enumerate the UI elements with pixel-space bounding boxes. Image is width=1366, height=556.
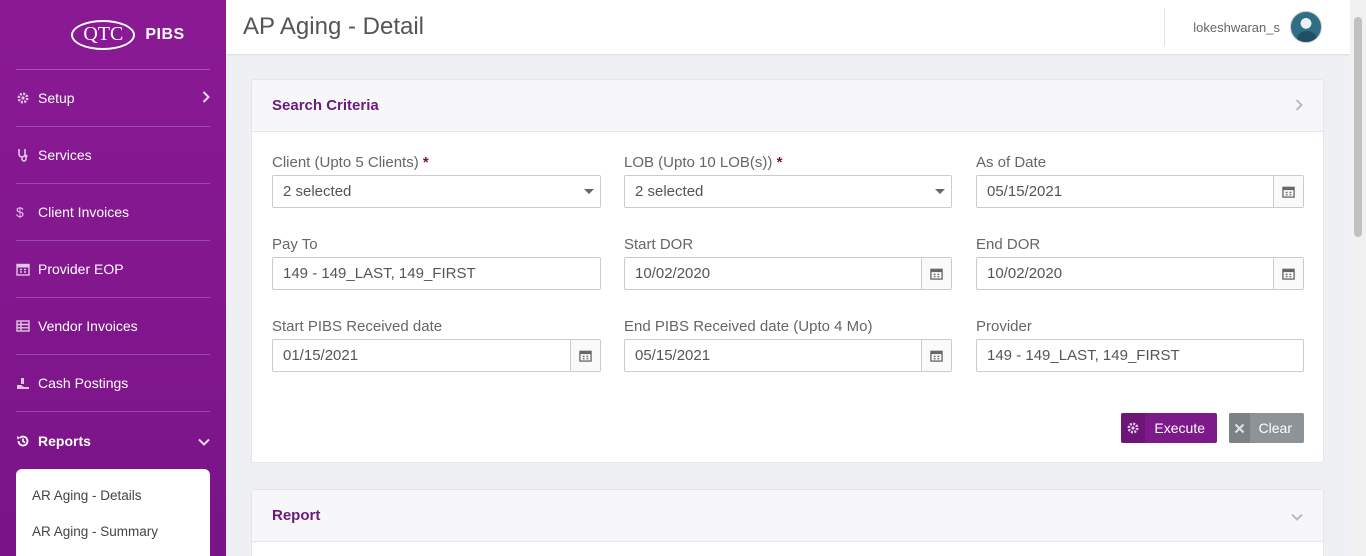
username: lokeshwaran_s [1193,19,1280,35]
calendar-icon[interactable] [570,340,600,371]
client-select-value: 2 selected [283,183,352,200]
gear-icon [1121,413,1146,443]
sidebar-item-label: Client Invoices [38,204,130,220]
table-icon [16,319,38,333]
start-dor-field: Start DOR 10/02/2020 [624,236,952,290]
hand-coins-icon [16,376,38,390]
clear-button[interactable]: Clear [1229,413,1304,443]
search-criteria-panel: Search Criteria Client (Upto 5 Clients) … [251,79,1324,463]
sidebar-item-label: Cash Postings [38,375,129,391]
start-dor-label: Start DOR [624,236,694,253]
gear-icon [16,91,38,105]
sidebar-item-reports[interactable]: Reports [16,412,210,469]
sidebar-item-label: Services [38,147,92,163]
required-marker: * [776,154,783,171]
sidebar-item-services[interactable]: Services [16,127,210,184]
calendar-icon [16,262,38,276]
close-icon [1229,413,1250,443]
avatar[interactable] [1290,11,1322,43]
chevron-down-icon [929,189,951,194]
as-of-date-input[interactable]: 05/15/2021 [976,175,1304,208]
report-panel: Report [251,489,1324,556]
execute-button[interactable]: Execute [1121,413,1217,443]
start-received-value: 01/15/2021 [283,347,359,364]
sidebar: QTC PIBS Setup Services $ Client Invoice… [0,0,226,556]
pay-to-value: 149 - 149_LAST, 149_FIRST [283,265,476,282]
clear-label: Clear [1258,420,1292,436]
sidebar-item-provider-eop[interactable]: Provider EOP [16,241,210,298]
client-label: Client (Upto 5 Clients) [272,154,419,171]
stethoscope-icon [16,148,38,162]
execute-label: Execute [1154,420,1205,436]
provider-label: Provider [976,318,1032,335]
chevron-down-icon[interactable] [1291,508,1303,524]
end-dor-input[interactable]: 10/02/2020 [976,257,1304,290]
panel-title: Search Criteria [272,97,379,114]
end-received-value: 05/15/2021 [635,347,711,364]
field-label: Client (Upto 5 Clients) * [272,154,601,174]
client-select[interactable]: 2 selected [272,175,601,208]
sidebar-item-client-invoices[interactable]: $ Client Invoices [16,184,210,241]
as-of-date-field: As of Date 05/15/2021 [976,154,1304,208]
sidebar-item-cash-postings[interactable]: Cash Postings [16,355,210,412]
lob-field: LOB (Upto 10 LOB(s)) * 2 selected [624,154,952,208]
report-header[interactable]: Report [252,490,1323,542]
start-received-label: Start PIBS Received date [272,318,443,335]
sidebar-item-label: Provider EOP [38,261,124,277]
start-received-field: Start PIBS Received date 01/15/2021 [272,318,601,372]
qtc-logo: QTC [71,19,136,50]
page-title: AP Aging - Detail [243,13,424,40]
sidebar-item-vendor-invoices[interactable]: Vendor Invoices [16,298,210,355]
dollar-icon: $ [16,204,24,220]
sidebar-item-label: Vendor Invoices [38,318,138,334]
sidebar-item-label: Setup [38,90,75,106]
chevron-right-icon [196,90,210,106]
panel-title: Report [272,507,321,524]
calendar-icon[interactable] [1273,258,1303,289]
chevron-right-icon[interactable] [1295,98,1303,114]
scrollbar-thumb[interactable] [1354,17,1362,237]
lob-label: LOB (Upto 10 LOB(s)) [624,154,773,171]
search-criteria-header[interactable]: Search Criteria [252,80,1323,132]
end-dor-label: End DOR [976,236,1041,253]
chevron-down-icon [196,433,210,449]
chevron-down-icon [578,189,600,194]
start-received-input[interactable]: 01/15/2021 [272,339,601,372]
end-received-input[interactable]: 05/15/2021 [624,339,952,372]
topbar: AP Aging - Detail lokeshwaran_s [226,0,1350,54]
history-icon [16,434,38,448]
logo-text: QTC [83,23,124,45]
start-dor-value: 10/02/2020 [635,265,711,282]
calendar-icon[interactable] [921,258,951,289]
required-marker: * [422,154,429,171]
end-dor-field: End DOR 10/02/2020 [976,236,1304,290]
pay-to-field: Pay To 149 - 149_LAST, 149_FIRST [272,236,601,290]
calendar-icon[interactable] [921,340,951,371]
submenu-item-ar-aging-details[interactable]: AR Aging - Details [16,478,210,514]
provider-input[interactable]: 149 - 149_LAST, 149_FIRST [976,339,1304,372]
lob-select-value: 2 selected [635,183,704,200]
submenu-item-ar-aging-summary[interactable]: AR Aging - Summary [16,514,210,550]
start-dor-input[interactable]: 10/02/2020 [624,257,952,290]
as-of-date-value: 05/15/2021 [987,183,1063,200]
provider-field: Provider 149 - 149_LAST, 149_FIRST [976,318,1304,372]
calendar-icon[interactable] [1273,176,1303,207]
end-dor-value: 10/02/2020 [987,265,1063,282]
lob-select[interactable]: 2 selected [624,175,952,208]
reports-submenu: AR Aging - Details AR Aging - Summary [16,469,210,556]
app-name: PIBS [145,25,185,43]
end-received-field: End PIBS Received date (Upto 4 Mo) 05/15… [624,318,952,372]
pay-to-input[interactable]: 149 - 149_LAST, 149_FIRST [272,257,601,290]
provider-value: 149 - 149_LAST, 149_FIRST [987,347,1180,364]
pay-to-label: Pay To [272,236,318,253]
client-field: Client (Upto 5 Clients) * 2 selected [272,154,601,208]
sidebar-item-label: Reports [38,432,91,449]
user-menu[interactable]: lokeshwaran_s [1164,8,1322,46]
end-received-label: End PIBS Received date (Upto 4 Mo) [624,318,873,335]
brand: QTC PIBS [16,0,210,70]
sidebar-item-setup[interactable]: Setup [16,70,210,127]
page-scrollbar[interactable] [1350,0,1366,556]
field-label: LOB (Upto 10 LOB(s)) * [624,154,952,174]
as-of-date-label: As of Date [976,154,1047,171]
